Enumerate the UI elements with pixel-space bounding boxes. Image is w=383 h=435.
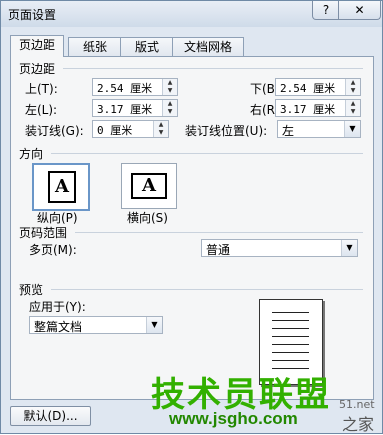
right-margin-spinner[interactable]: 3.17 厘米 ▲ ▼: [275, 99, 361, 117]
gutter-position-value: 左: [282, 124, 295, 138]
spin-up-icon[interactable]: ▲: [153, 121, 168, 129]
pages-section-title: 页码范围: [19, 226, 68, 240]
portrait-option[interactable]: A: [32, 163, 90, 211]
orientation-section-title: 方向: [19, 147, 44, 161]
gutter-label: 装订线(G):: [25, 124, 84, 138]
page-setup-dialog: 页面设置 ? ✕ 页边距 纸张 版式 文档网格 页边距 上(T): 2.54 厘…: [0, 0, 383, 434]
preview-section-title: 预览: [19, 283, 44, 297]
spin-down-icon[interactable]: ▼: [345, 87, 360, 95]
spin-down-icon[interactable]: ▼: [162, 108, 177, 116]
gutter-value: 0 厘米: [97, 124, 133, 137]
apply-to-value: 整篇文档: [34, 320, 83, 334]
gutter-spinner[interactable]: 0 厘米 ▲ ▼: [92, 120, 169, 138]
spin-down-icon[interactable]: ▼: [153, 129, 168, 137]
watermark-side-text: 51.net: [339, 398, 375, 411]
top-margin-value: 2.54 厘米: [97, 82, 153, 95]
spin-down-icon[interactable]: ▼: [162, 87, 177, 95]
multiple-pages-select[interactable]: 普通 ▼: [201, 239, 358, 257]
left-margin-label: 左(L):: [25, 103, 58, 117]
gutter-position-select[interactable]: 左 ▼: [277, 120, 361, 138]
chevron-down-icon[interactable]: ▼: [146, 317, 162, 333]
tab-document-grid[interactable]: 文档网格: [172, 37, 244, 56]
spin-up-icon[interactable]: ▲: [162, 79, 177, 87]
spin-down-icon[interactable]: ▼: [345, 108, 360, 116]
left-margin-value: 3.17 厘米: [97, 103, 153, 116]
top-margin-label: 上(T):: [25, 82, 58, 96]
portrait-page-icon: A: [48, 171, 76, 203]
multiple-pages-value: 普通: [206, 243, 231, 257]
bottom-margin-value: 2.54 厘米: [280, 82, 336, 95]
landscape-label[interactable]: 横向(S): [127, 209, 168, 226]
bottom-margin-spinner[interactable]: 2.54 厘米 ▲ ▼: [275, 78, 361, 96]
dialog-title: 页面设置: [8, 8, 57, 22]
margins-section-title: 页边距: [19, 62, 56, 76]
top-margin-spinner[interactable]: 2.54 厘米 ▲ ▼: [92, 78, 178, 96]
spin-up-icon[interactable]: ▲: [345, 79, 360, 87]
preview-text-line: [272, 320, 309, 321]
section-divider: [51, 153, 363, 154]
watermark-side-text: 之家: [342, 415, 375, 434]
default-button[interactable]: 默认(D)...: [10, 406, 91, 426]
chevron-down-icon[interactable]: ▼: [341, 240, 357, 256]
section-divider: [51, 289, 363, 290]
close-button[interactable]: ✕: [338, 1, 381, 20]
apply-to-select[interactable]: 整篇文档 ▼: [29, 316, 163, 334]
right-margin-value: 3.17 厘米: [280, 103, 336, 116]
landscape-option[interactable]: A: [121, 163, 177, 209]
multiple-pages-label: 多页(M):: [29, 243, 77, 257]
title-bar[interactable]: 页面设置 ? ✕: [1, 1, 382, 27]
gutter-position-label: 装订线位置(U):: [185, 124, 268, 138]
chevron-down-icon[interactable]: ▼: [344, 121, 360, 137]
help-button[interactable]: ?: [312, 1, 340, 20]
tab-paper[interactable]: 纸张: [68, 37, 122, 56]
spin-up-icon[interactable]: ▲: [345, 100, 360, 108]
apply-to-label: 应用于(Y):: [29, 300, 86, 314]
preview-text-line: [272, 328, 309, 329]
spin-up-icon[interactable]: ▲: [162, 100, 177, 108]
section-divider: [75, 232, 363, 233]
preview-text-line: [272, 312, 309, 313]
preview-text-line: [272, 352, 309, 353]
left-margin-spinner[interactable]: 3.17 厘米 ▲ ▼: [92, 99, 178, 117]
tab-margins[interactable]: 页边距: [10, 35, 64, 57]
preview-text-line: [272, 360, 309, 361]
tab-layout[interactable]: 版式: [120, 37, 174, 56]
preview-text-line: [272, 344, 309, 345]
section-divider: [63, 68, 363, 69]
landscape-page-icon: A: [131, 173, 167, 199]
preview-text-line: [272, 336, 309, 337]
watermark-url: www.jsgho.com: [169, 409, 298, 428]
